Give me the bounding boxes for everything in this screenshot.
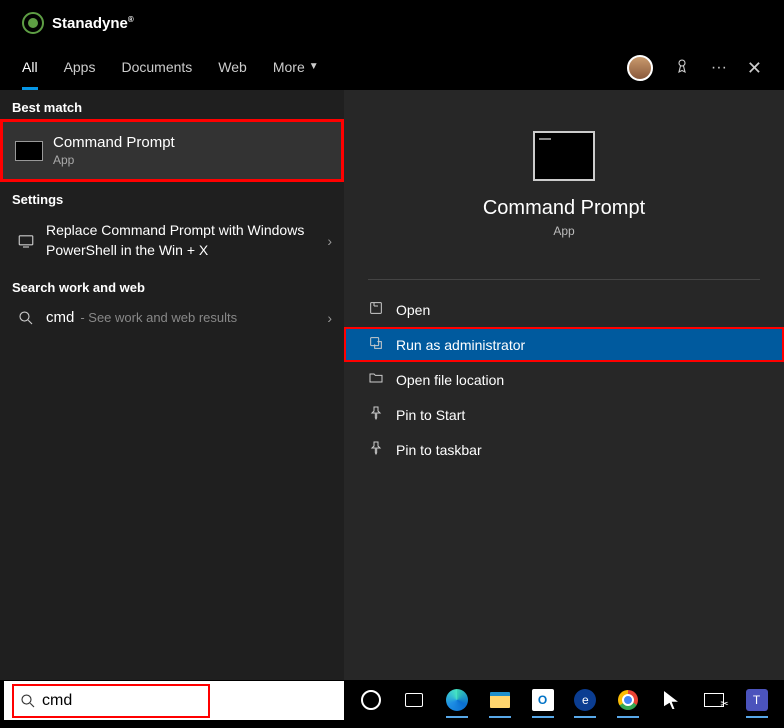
tab-all[interactable]: All: [22, 46, 38, 90]
taskbar-cursor-app[interactable]: [652, 680, 691, 720]
preview-title: Command Prompt: [483, 197, 645, 220]
taskbar-edge[interactable]: [438, 680, 477, 720]
taskview-icon: [405, 693, 423, 707]
taskbar-taskview[interactable]: [395, 680, 434, 720]
best-match-label: Best match: [0, 90, 344, 119]
action-run-admin-label: Run as administrator: [396, 337, 525, 353]
brand-bar: Stanadyne®: [0, 0, 784, 46]
cortana-icon: [361, 690, 381, 710]
open-icon: [368, 300, 396, 319]
pin-start-icon: [368, 405, 396, 424]
action-pin-to-start[interactable]: Pin to Start: [344, 397, 784, 432]
admin-shield-icon: [368, 335, 396, 354]
more-options-icon[interactable]: ···: [711, 59, 727, 77]
search-highlight: [12, 684, 210, 718]
brand-name: Stanadyne®: [52, 15, 134, 32]
preview-panel: Command Prompt App Open Run as administr…: [344, 90, 784, 680]
chevron-right-icon: ›: [327, 310, 332, 326]
edge-icon: [446, 689, 468, 711]
web-item-hint: - See work and web results: [80, 310, 237, 325]
rewards-icon[interactable]: [673, 57, 691, 80]
action-open-file-location[interactable]: Open file location: [344, 362, 784, 397]
web-label: Search work and web: [0, 270, 344, 299]
tab-more[interactable]: More▼: [273, 46, 319, 90]
best-match-subtitle: App: [53, 153, 329, 167]
teams-icon: T: [746, 689, 768, 711]
caret-down-icon: ▼: [309, 61, 319, 72]
search-icon: [14, 692, 42, 710]
settings-item-icon: [12, 232, 40, 250]
file-explorer-icon: [490, 692, 510, 708]
action-pin-start-label: Pin to Start: [396, 407, 465, 423]
action-pin-to-taskbar[interactable]: Pin to taskbar: [344, 432, 784, 467]
pin-taskbar-icon: [368, 440, 396, 459]
tab-web[interactable]: Web: [218, 46, 247, 90]
best-match-title: Command Prompt: [53, 134, 329, 151]
results-panel: Best match Command Prompt App Settings R…: [0, 90, 344, 680]
outlook-icon: O: [532, 689, 554, 711]
snip-icon: [704, 693, 724, 707]
chevron-right-icon: ›: [327, 233, 332, 249]
taskbar-file-explorer[interactable]: [480, 680, 519, 720]
best-match-item[interactable]: Command Prompt App: [0, 119, 344, 182]
search-input[interactable]: [42, 692, 192, 710]
taskbar-teams[interactable]: T: [737, 680, 776, 720]
action-open-label: Open: [396, 302, 430, 318]
settings-label: Settings: [0, 182, 344, 211]
action-open-location-label: Open file location: [396, 372, 504, 388]
tab-apps[interactable]: Apps: [64, 46, 96, 90]
user-avatar[interactable]: [627, 55, 653, 81]
search-bar: [4, 680, 344, 720]
cursor-icon: [664, 691, 678, 709]
cmd-thumb-icon: [15, 141, 43, 161]
web-item-query: cmd: [46, 309, 74, 326]
taskbar-cortana[interactable]: [352, 680, 391, 720]
taskbar-snip[interactable]: [694, 680, 733, 720]
web-item[interactable]: cmd - See work and web results ›: [0, 299, 344, 337]
preview-header: Command Prompt App: [368, 90, 760, 280]
settings-item-title: Replace Command Prompt with Windows Powe…: [46, 221, 327, 260]
preview-actions: Open Run as administrator Open file loca…: [344, 280, 784, 479]
preview-subtitle: App: [553, 224, 574, 238]
eap-icon: e: [574, 689, 596, 711]
search-tabs: All Apps Documents Web More▼ ··· ✕: [0, 46, 784, 90]
tab-documents[interactable]: Documents: [121, 46, 192, 90]
close-icon[interactable]: ✕: [747, 58, 762, 79]
preview-app-icon: [533, 131, 595, 181]
search-icon: [12, 309, 40, 327]
action-open[interactable]: Open: [344, 292, 784, 327]
action-pin-taskbar-label: Pin to taskbar: [396, 442, 482, 458]
folder-icon: [368, 370, 396, 389]
action-run-as-administrator[interactable]: Run as administrator: [344, 327, 784, 362]
taskbar-eap[interactable]: e: [566, 680, 605, 720]
taskbar: O e T: [344, 680, 784, 720]
chrome-icon: [618, 690, 638, 710]
start-menu-search: Stanadyne® All Apps Documents Web More▼ …: [0, 0, 784, 728]
brand-logo-icon: [22, 12, 44, 34]
taskbar-outlook[interactable]: O: [523, 680, 562, 720]
settings-item[interactable]: Replace Command Prompt with Windows Powe…: [0, 211, 344, 270]
taskbar-chrome[interactable]: [609, 680, 648, 720]
